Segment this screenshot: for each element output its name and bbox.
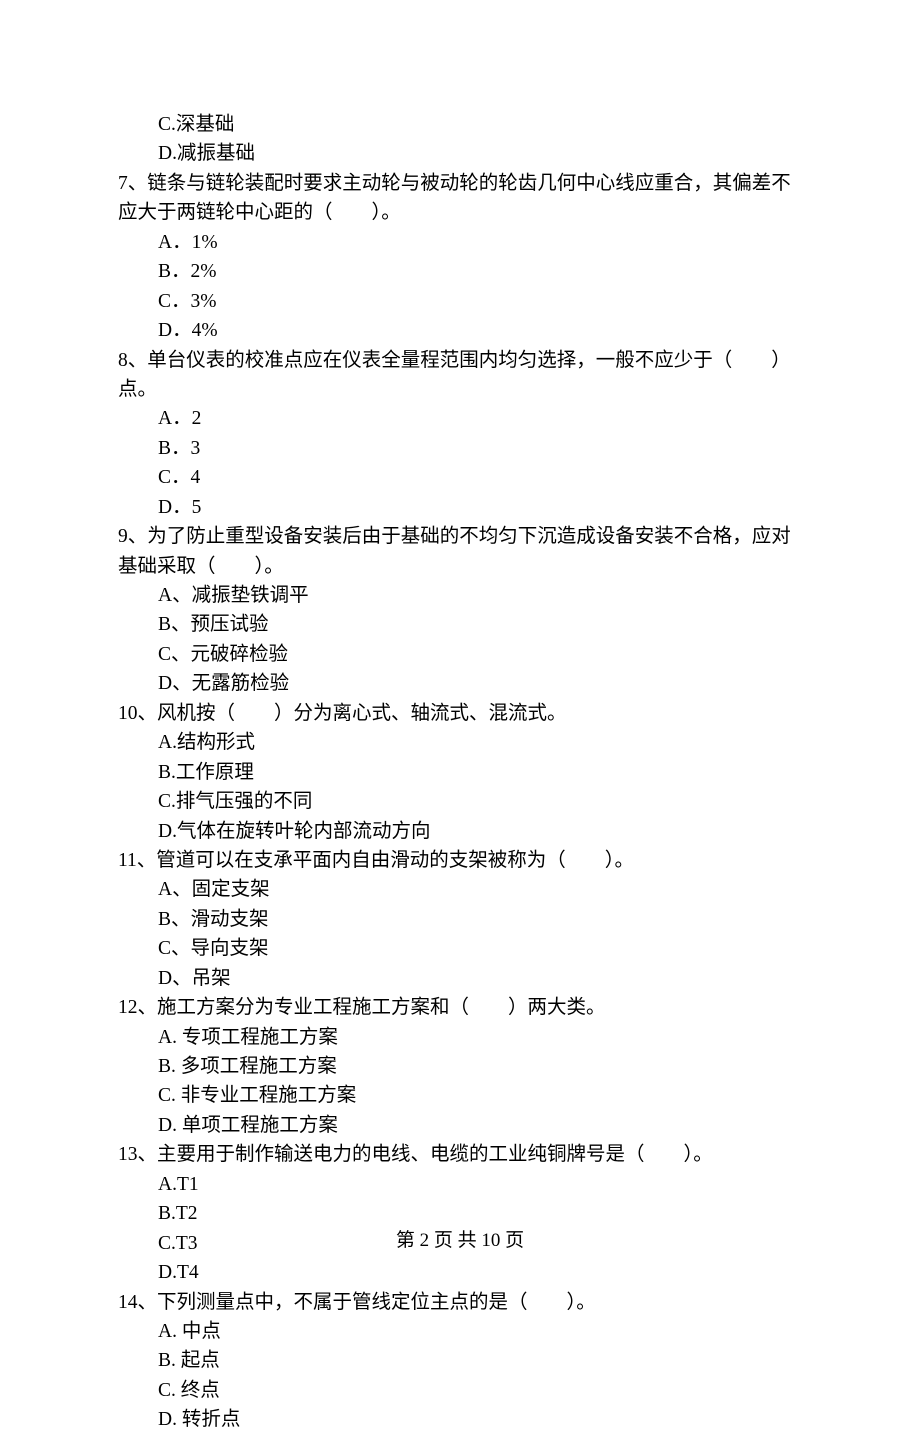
- q11-option-a: A、固定支架: [118, 875, 802, 904]
- q11-option-c: C、导向支架: [118, 934, 802, 963]
- q12-option-c: C. 非专业工程施工方案: [118, 1081, 802, 1110]
- q14-stem: 14、下列测量点中，不属于管线定位主点的是（ ）。: [118, 1288, 802, 1317]
- q9-option-a: A、减振垫铁调平: [118, 581, 802, 610]
- q9-option-c: C、元破碎检验: [118, 640, 802, 669]
- q7-option-a: A．1%: [118, 228, 802, 257]
- q13-stem: 13、主要用于制作输送电力的电线、电缆的工业纯铜牌号是（ ）。: [118, 1140, 802, 1169]
- q14-option-c: C. 终点: [118, 1376, 802, 1405]
- q6-option-d: D.减振基础: [118, 139, 802, 168]
- q8-stem: 8、单台仪表的校准点应在仪表全量程范围内均匀选择，一般不应少于（ ）点。: [118, 346, 802, 405]
- q7-stem: 7、链条与链轮装配时要求主动轮与被动轮的轮齿几何中心线应重合，其偏差不应大于两链…: [118, 169, 802, 228]
- q13-option-d: D.T4: [118, 1258, 802, 1287]
- q13-option-b: B.T2: [118, 1199, 802, 1228]
- q12-option-b: B. 多项工程施工方案: [118, 1052, 802, 1081]
- q14-option-a: A. 中点: [118, 1317, 802, 1346]
- q12-stem: 12、施工方案分为专业工程施工方案和（ ）两大类。: [118, 993, 802, 1022]
- q11-stem: 11、管道可以在支承平面内自由滑动的支架被称为（ ）。: [118, 846, 802, 875]
- q12-option-a: A. 专项工程施工方案: [118, 1023, 802, 1052]
- q7-option-c: C．3%: [118, 287, 802, 316]
- q10-option-d: D.气体在旋转叶轮内部流动方向: [118, 817, 802, 846]
- q11-option-d: D、吊架: [118, 964, 802, 993]
- q7-option-d: D．4%: [118, 316, 802, 345]
- q12-option-d: D. 单项工程施工方案: [118, 1111, 802, 1140]
- q8-option-a: A．2: [118, 404, 802, 433]
- q7-option-b: B．2%: [118, 257, 802, 286]
- q11-option-b: B、滑动支架: [118, 905, 802, 934]
- q10-option-a: A.结构形式: [118, 728, 802, 757]
- q10-option-b: B.工作原理: [118, 758, 802, 787]
- page-footer: 第 2 页 共 10 页: [0, 1227, 920, 1256]
- q9-stem: 9、为了防止重型设备安装后由于基础的不均匀下沉造成设备安装不合格，应对基础采取（…: [118, 522, 802, 581]
- q8-option-c: C．4: [118, 463, 802, 492]
- q8-option-d: D．5: [118, 493, 802, 522]
- q14-option-b: B. 起点: [118, 1346, 802, 1375]
- q14-option-d: D. 转折点: [118, 1405, 802, 1434]
- q10-option-c: C.排气压强的不同: [118, 787, 802, 816]
- q10-stem: 10、风机按（ ）分为离心式、轴流式、混流式。: [118, 699, 802, 728]
- q8-option-b: B．3: [118, 434, 802, 463]
- q9-option-b: B、预压试验: [118, 610, 802, 639]
- page-body: C.深基础 D.减振基础 7、链条与链轮装配时要求主动轮与被动轮的轮齿几何中心线…: [0, 0, 920, 1435]
- q13-option-a: A.T1: [118, 1170, 802, 1199]
- q9-option-d: D、无露筋检验: [118, 669, 802, 698]
- q6-option-c: C.深基础: [118, 110, 802, 139]
